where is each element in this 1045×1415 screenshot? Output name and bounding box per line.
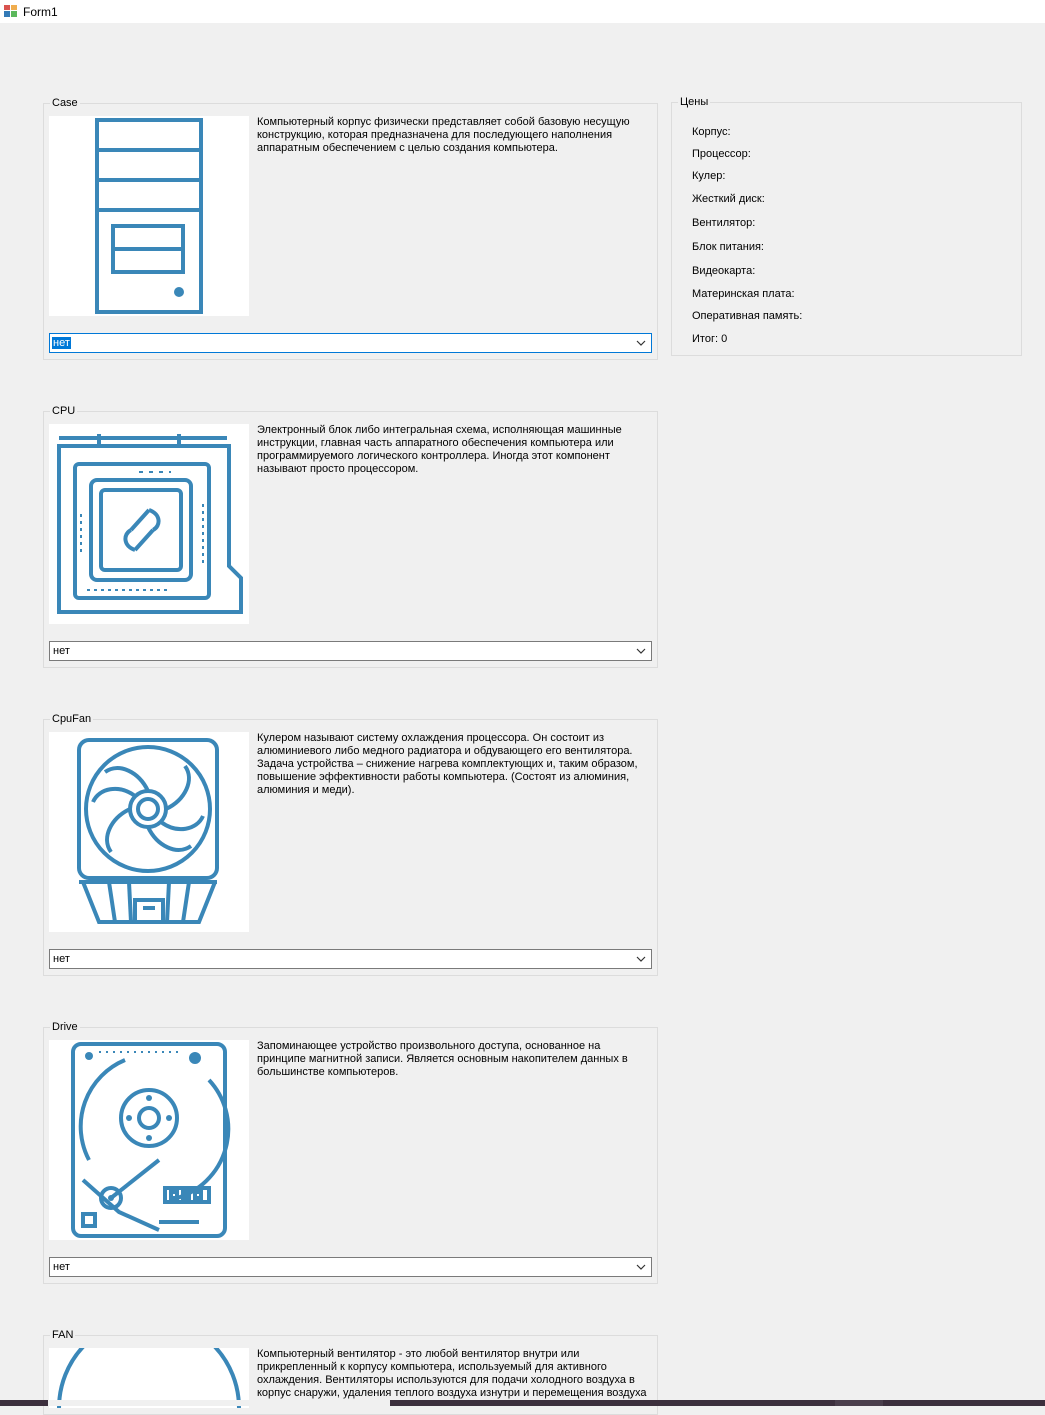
- price-psu-label: Блок питания:: [692, 241, 764, 253]
- case-group-label: Case: [50, 96, 80, 110]
- fan-group-label: FAN: [50, 1328, 76, 1342]
- cpufan-group: CpuFan Кулером называют систему охлажден…: [43, 712, 658, 976]
- cpu-combobox-value: нет: [53, 645, 70, 657]
- cpufan-combobox[interactable]: нет: [49, 949, 652, 969]
- case-fan-icon: [57, 1348, 241, 1408]
- cpufan-combobox-value: нет: [53, 953, 70, 965]
- price-motherboard-label: Материнская плата:: [692, 288, 795, 300]
- case-picture: [49, 116, 249, 316]
- drive-combobox-value: нет: [53, 1261, 70, 1273]
- chevron-down-icon[interactable]: [636, 340, 646, 346]
- price-drive-label: Жесткий диск:: [692, 193, 765, 205]
- pc-case-icon: [95, 118, 203, 314]
- taskbar-strip: [0, 1400, 1045, 1406]
- cpufan-group-label: CpuFan: [50, 712, 94, 726]
- drive-combobox[interactable]: нет: [49, 1257, 652, 1277]
- cpu-picture: [49, 424, 249, 624]
- cpu-description: Электронный блок либо интегральная схема…: [257, 424, 622, 475]
- taskbar-segment: [835, 1400, 883, 1406]
- price-case-label: Корпус:: [692, 126, 731, 138]
- price-gpu-label: Видеокарта:: [692, 265, 756, 277]
- chevron-down-icon[interactable]: [636, 648, 646, 654]
- drive-description: Запоминающее устройство произвольного до…: [257, 1040, 628, 1078]
- prices-group: Цены Корпус: Процессор: Кулер: Жесткий д…: [671, 95, 1022, 356]
- cpufan-description: Кулером называют систему охлаждения проц…: [257, 732, 638, 796]
- cpufan-picture: [49, 732, 249, 932]
- price-fan-label: Вентилятор:: [692, 217, 756, 229]
- title-bar[interactable]: Form1: [0, 0, 1045, 23]
- chevron-down-icon[interactable]: [636, 1264, 646, 1270]
- cpu-group: CPU Электронный блок либо интегральная с…: [43, 404, 658, 668]
- taskbar-segment: [48, 1400, 390, 1406]
- chevron-down-icon[interactable]: [636, 956, 646, 962]
- case-combobox[interactable]: нет: [49, 333, 652, 353]
- drive-picture: [49, 1040, 249, 1240]
- case-group: Case Компьютерный корпус физически предс…: [43, 96, 658, 360]
- cpu-icon: [57, 434, 243, 614]
- cpu-group-label: CPU: [50, 404, 78, 418]
- case-description: Компьютерный корпус физически представля…: [257, 116, 630, 154]
- price-total-label: Итог: 0: [692, 333, 728, 345]
- price-ram-label: Оперативная память:: [692, 310, 803, 322]
- drive-group: Drive Запоминающее устройство произвольн…: [43, 1020, 658, 1284]
- prices-group-label: Цены: [678, 95, 711, 109]
- case-combobox-value: нет: [52, 337, 71, 349]
- fan-picture: [49, 1348, 249, 1408]
- price-cooler-label: Кулер:: [692, 170, 726, 182]
- hard-drive-icon: [71, 1042, 231, 1238]
- price-cpu-label: Процессор:: [692, 148, 751, 160]
- drive-group-label: Drive: [50, 1020, 80, 1034]
- cpu-combobox[interactable]: нет: [49, 641, 652, 661]
- app-icon: [4, 5, 17, 17]
- cpu-cooler-icon: [77, 738, 219, 924]
- fan-description: Компьютерный вентилятор - это любой вент…: [257, 1348, 647, 1399]
- window-title: Form1: [23, 5, 58, 19]
